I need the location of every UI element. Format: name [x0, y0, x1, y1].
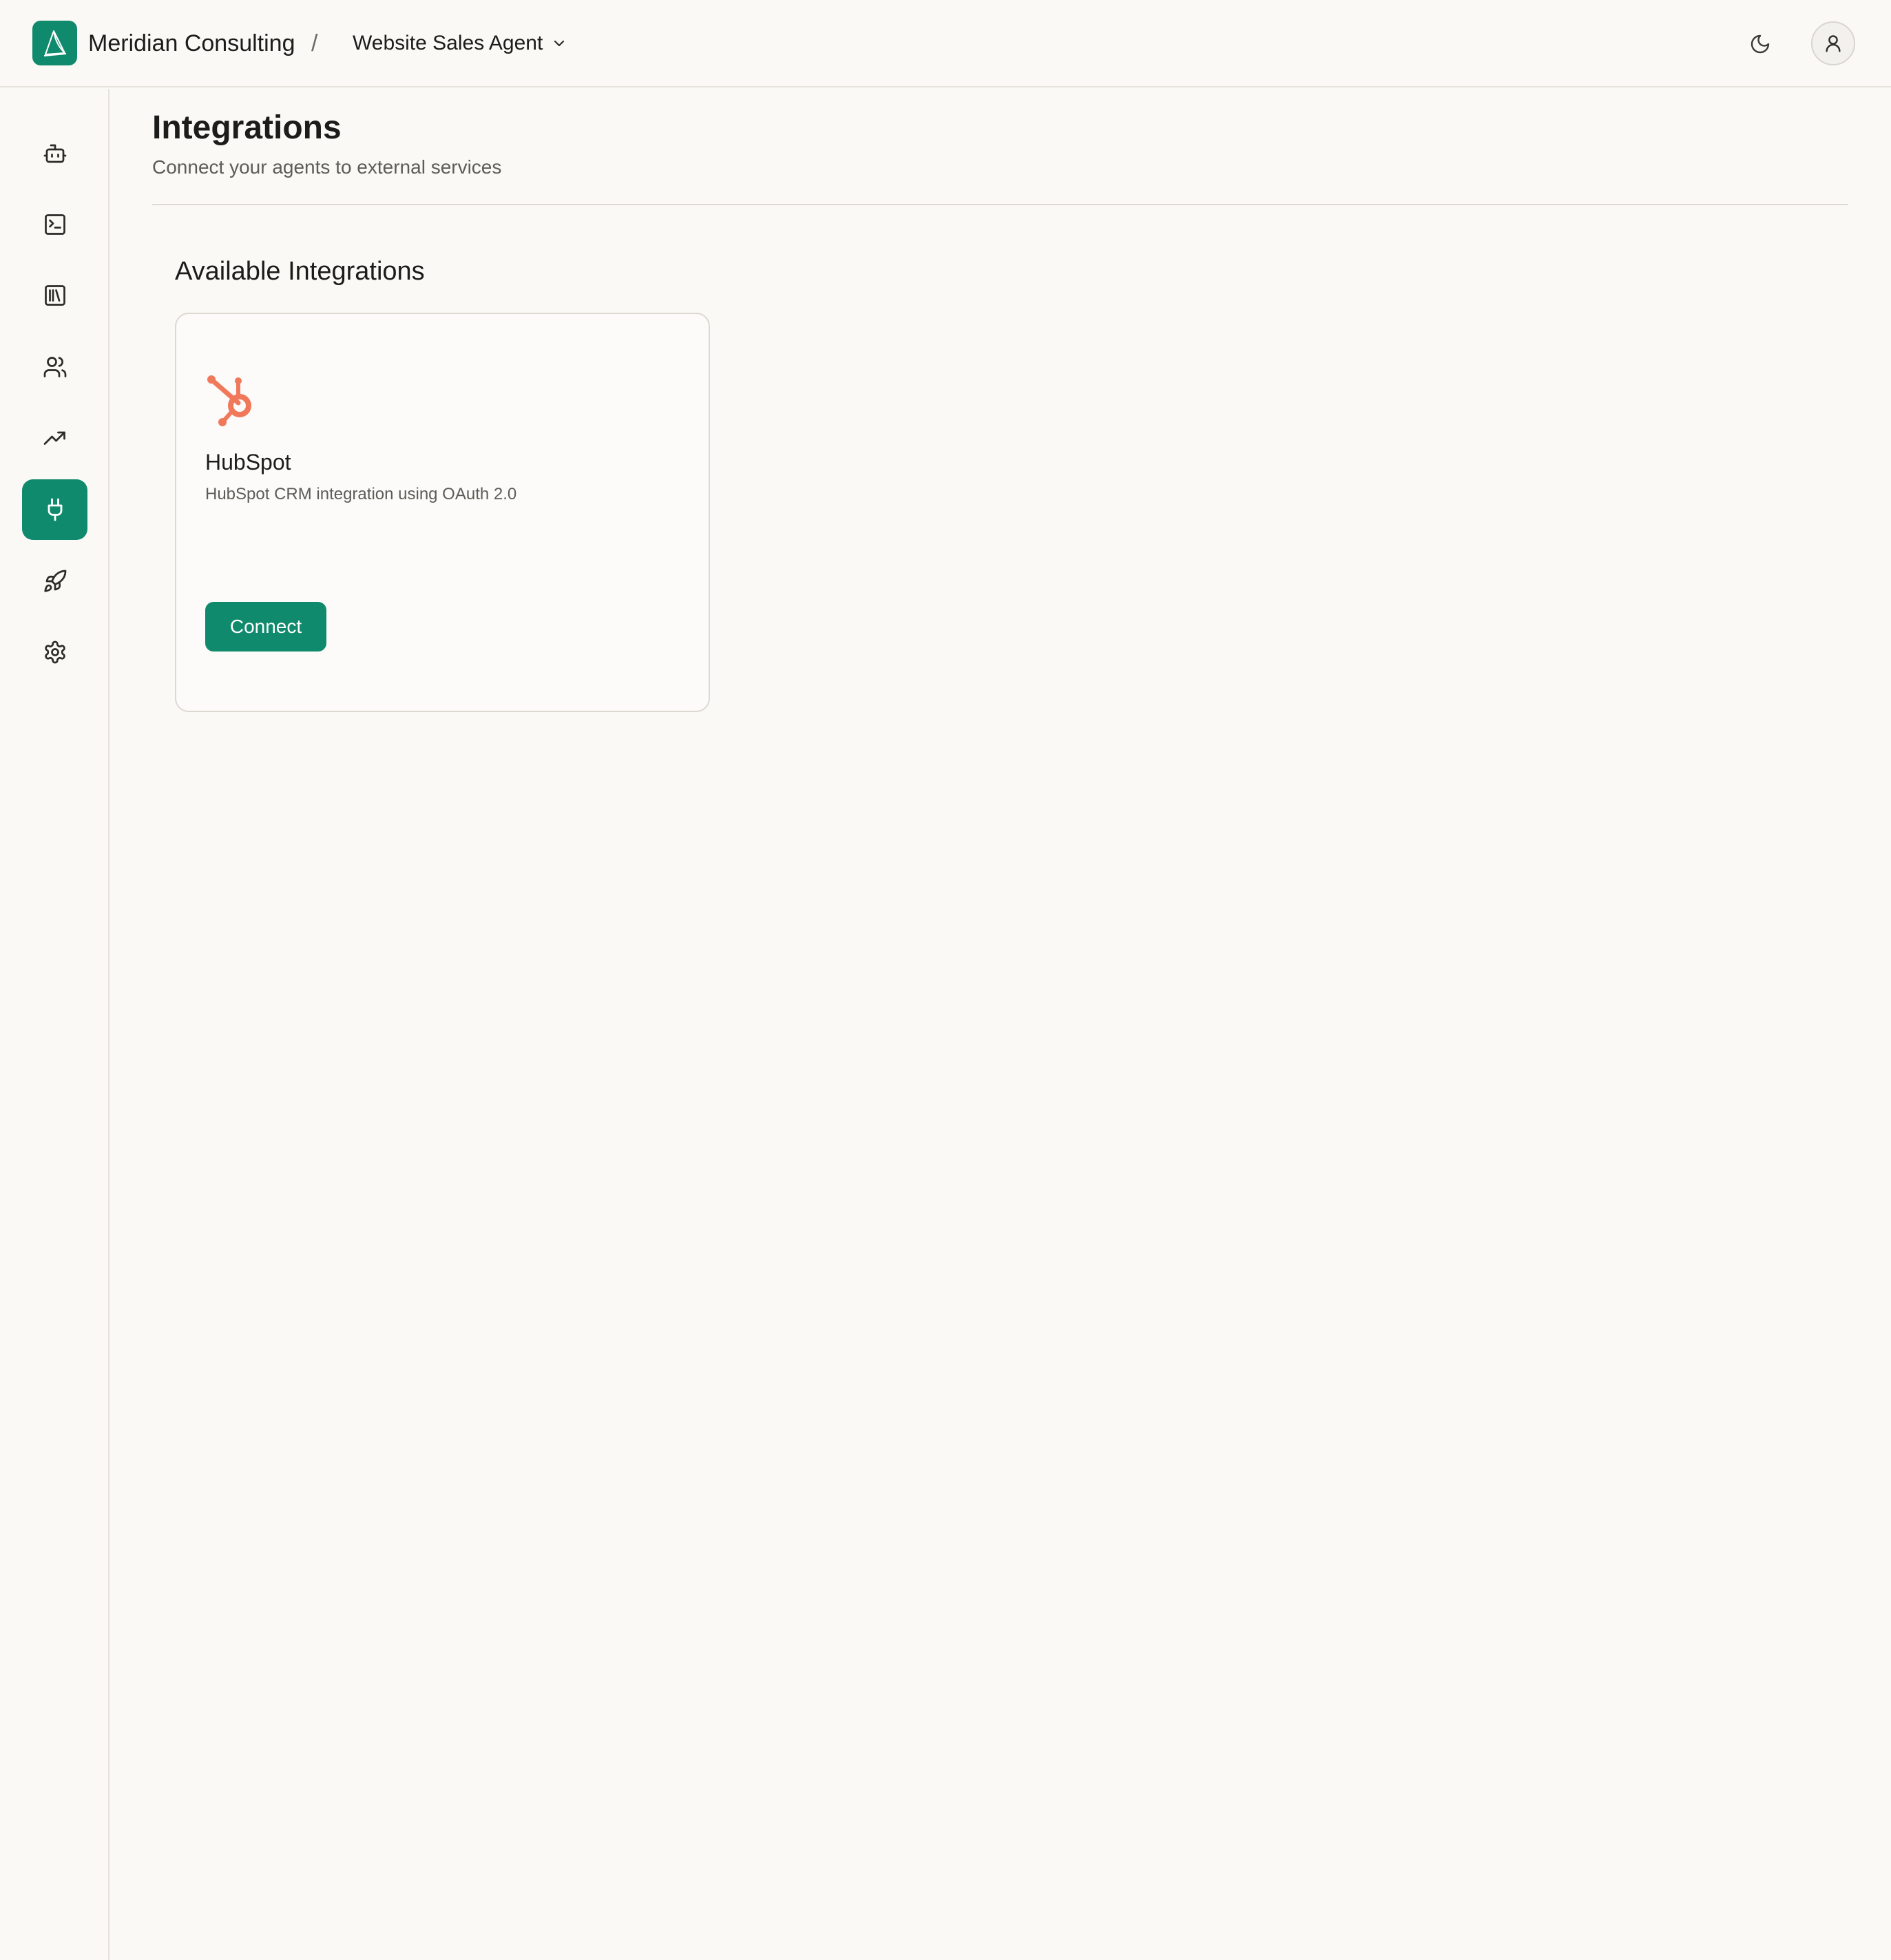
sidebar-item-analytics[interactable] [22, 408, 87, 469]
top-bar: Meridian Consulting / Website Sales Agen… [0, 0, 1891, 87]
sidebar-item-library[interactable] [22, 265, 87, 326]
integration-description: HubSpot CRM integration using OAuth 2.0 [205, 485, 517, 503]
chevron-down-icon [554, 40, 565, 47]
user-icon [1826, 35, 1841, 52]
agent-selector[interactable]: Website Sales Agent [353, 28, 567, 59]
connect-button[interactable]: Connect [205, 602, 326, 651]
moon-icon [1751, 34, 1770, 54]
library-icon [44, 285, 65, 306]
trending-up-icon [43, 431, 65, 445]
sidebar-item-integrations[interactable] [22, 479, 87, 540]
org-name: Meridian Consulting [88, 30, 295, 56]
gear-icon [44, 640, 65, 664]
theme-toggle-button[interactable] [1742, 26, 1778, 62]
sidebar-item-users[interactable] [22, 337, 87, 397]
sidebar-item-deploy[interactable] [22, 551, 87, 612]
agent-selector-label: Website Sales Agent [353, 32, 543, 54]
rocket-icon [43, 570, 66, 592]
sidebar [0, 89, 109, 1960]
breadcrumb-separator: / [311, 30, 318, 56]
integration-card-hubspot: HubSpot HubSpot CRM integration using OA… [175, 313, 710, 712]
hubspot-icon [205, 373, 255, 427]
plug-icon [48, 498, 62, 521]
bot-icon [43, 144, 66, 163]
header-divider [152, 204, 1848, 205]
page-subtitle: Connect your agents to external services [152, 156, 502, 178]
sidebar-item-agents[interactable] [22, 123, 87, 184]
terminal-icon [44, 214, 65, 235]
user-menu-button[interactable] [1811, 21, 1855, 65]
sidebar-item-settings[interactable] [22, 622, 87, 682]
logo-sail-icon[interactable] [32, 21, 77, 65]
page-title: Integrations [152, 110, 342, 146]
integration-name: HubSpot [205, 450, 291, 475]
users-icon [43, 357, 66, 377]
section-title: Available Integrations [175, 257, 425, 286]
sidebar-item-console[interactable] [22, 194, 87, 255]
